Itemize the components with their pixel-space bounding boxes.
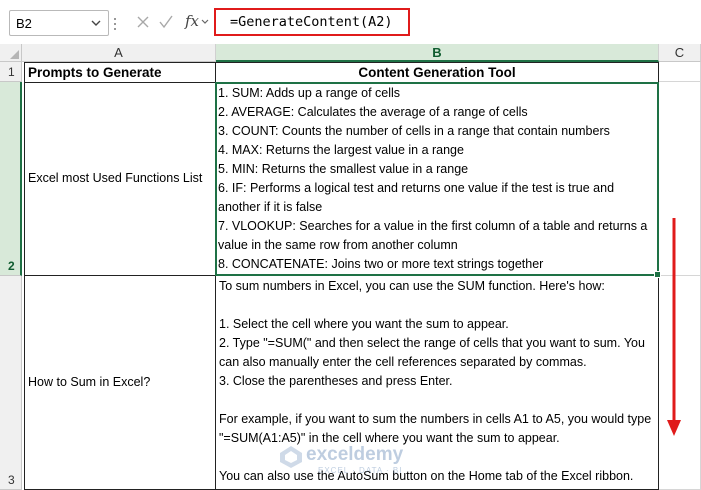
column-header-c[interactable]: C [659,44,701,62]
header-label: Content Generation Tool [358,65,516,80]
cell-a2[interactable]: Excel most Used Functions List [24,82,216,276]
content-line: For example, if you want to sum the numb… [219,412,652,426]
formula-text: =GenerateContent(A2) [230,14,393,30]
exceldemy-logo-icon [280,446,302,468]
name-box[interactable]: B2 [9,10,109,36]
content-line: can also manually enter the cell referen… [219,355,587,369]
content-line: 8. CONCATENATE: Joins two or more text s… [218,257,544,271]
content-line: value in the same row from another colum… [218,238,458,252]
content-line: To sum numbers in Excel, you can use the… [219,279,605,293]
row-number: 2 [8,259,15,273]
prompt-text: How to Sum in Excel? [28,375,151,389]
cell-b1[interactable]: Content Generation Tool [215,62,659,83]
select-all-icon [10,50,19,59]
watermark-tagline: EXCEL · DATA · BI [318,466,403,475]
cell-c1[interactable] [659,62,701,82]
arrow-down-icon [667,218,681,436]
content-line: another if it is false [218,200,323,214]
content-line: 5. MIN: Returns the smallest value in a … [218,162,469,176]
content-line: 1. Select the cell where you want the su… [219,317,509,331]
prompt-text: Excel most Used Functions List [28,171,203,185]
column-header-a[interactable]: A [22,44,216,62]
chevron-down-icon[interactable] [88,14,104,32]
row-header-1[interactable]: 1 [0,62,22,82]
header-label: Prompts to Generate Content [28,65,162,82]
content-line: 2. Type "=SUM(" and then select the rang… [219,336,645,350]
enter-check-icon[interactable] [158,12,174,34]
row-header-2[interactable]: 2 [0,82,22,276]
fill-handle[interactable] [654,271,661,278]
content-line [219,391,651,410]
content-line: 6. IF: Performs a logical test and retur… [218,181,615,195]
content-line: 1. SUM: Adds up a range of cells [218,86,401,100]
name-box-value: B2 [16,16,32,31]
generated-content: 1. SUM: Adds up a range of cells 2. AVER… [218,84,647,274]
select-all-corner[interactable] [0,44,22,62]
insert-function-icon[interactable]: fx [185,12,199,30]
content-line: 3. COUNT: Counts the number of cells in … [218,124,610,138]
row-header-3[interactable]: 3 [0,276,22,490]
cancel-icon[interactable] [136,12,150,34]
row-number: 3 [8,473,15,487]
content-line [219,296,651,315]
watermark-name: exceldemy [306,444,404,465]
formula-input[interactable]: =GenerateContent(A2) [214,8,410,36]
content-line: 4. MAX: Returns the largest value in a r… [218,143,464,157]
cell-b2[interactable]: 1. SUM: Adds up a range of cells 2. AVER… [215,82,659,276]
formula-bar: B2 fx =GenerateContent(A2) [0,0,701,45]
row-number: 1 [8,65,15,79]
chevron-down-icon[interactable] [200,14,210,30]
drag-handle-icon[interactable] [113,16,117,32]
cell-a3[interactable]: How to Sum in Excel? [24,275,216,490]
watermark-logo: exceldemy EXCEL · DATA · BI [278,444,428,480]
content-line: 7. VLOOKUP: Searches for a value in the … [218,219,648,233]
content-line: 2. AVERAGE: Calculates the average of a … [218,105,528,119]
worksheet-grid: A B C 1 2 3 Prompts to Generate Content … [0,44,701,490]
column-header-b[interactable]: B [216,44,659,62]
content-line: 3. Close the parentheses and press Enter… [219,374,453,388]
cell-a1[interactable]: Prompts to Generate Content [24,62,216,83]
